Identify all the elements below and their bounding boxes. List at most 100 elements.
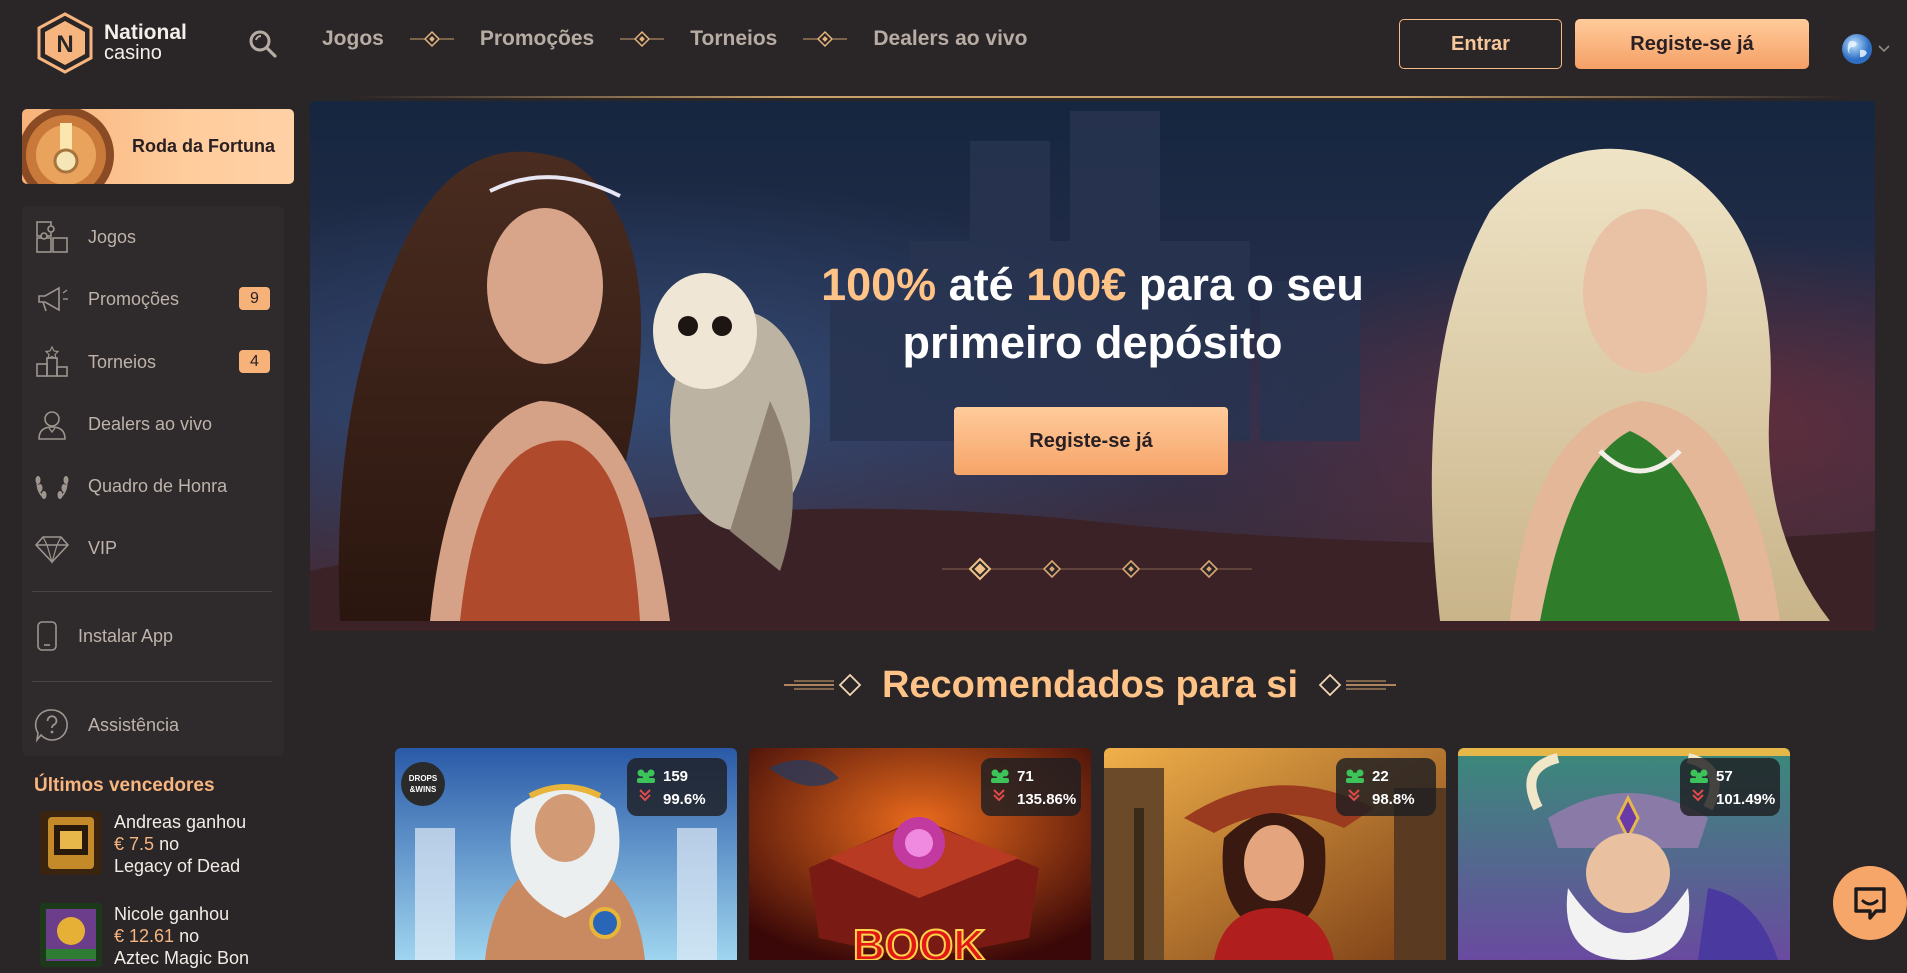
sidebar-item-torneios[interactable]: Torneios 4: [32, 339, 284, 385]
game-card[interactable]: DROPS &WINS 159 99.6%: [395, 748, 737, 960]
players-count: 71: [1017, 768, 1034, 785]
sidebar-divider: [32, 681, 272, 682]
winner-name: Andreas ganhou: [114, 812, 247, 832]
winner-entry[interactable]: Nicole ganhou € 12.61 no Aztec Magic Bon: [40, 903, 300, 973]
register-button[interactable]: Registe-se já: [1575, 19, 1809, 69]
nav-separator-icon: [409, 30, 454, 48]
sidebar-item-promocoes[interactable]: Promoções 9: [32, 276, 284, 322]
chat-bubble-icon: [1854, 887, 1886, 920]
hero-title-text-1: até: [936, 259, 1027, 310]
nav-dealers-ao-vivo[interactable]: Dealers ao vivo: [873, 27, 1027, 51]
main-nav: Jogos Promoções Torneios Dealers ao vivo: [322, 27, 1027, 51]
winner-amount: € 12.61: [114, 926, 175, 946]
hero-title: 100% até 100€ para o seu primeiro depósi…: [310, 256, 1875, 372]
recommended-title: Recomendados para si: [881, 663, 1299, 706]
dealer-icon: [32, 404, 72, 444]
logo-hexagon-icon: N: [36, 12, 94, 74]
hero-title-text-2: para o seu: [1126, 259, 1364, 310]
rtp-value: 99.6%: [663, 791, 706, 808]
slider-dot[interactable]: [1042, 559, 1062, 579]
hero-title-highlight-2: 100€: [1026, 259, 1127, 310]
hero-top-divider: [350, 96, 1850, 98]
sidebar-item-vip[interactable]: VIP: [32, 525, 284, 571]
game-stats-badge: 71 135.86%: [981, 758, 1081, 816]
logo-name-line2: casino: [104, 42, 162, 64]
language-selector[interactable]: [1841, 32, 1891, 66]
game-thumbnail: [40, 903, 102, 967]
fortune-wheel-label: Roda da Fortuna: [132, 136, 275, 156]
slider-dot[interactable]: [968, 557, 992, 581]
game-thumbnail: [40, 811, 102, 875]
hero-banner[interactable]: 100% até 100€ para o seu primeiro depósi…: [310, 101, 1875, 631]
sidebar-item-assistencia[interactable]: Assistência: [32, 702, 284, 748]
megaphone-icon: [32, 279, 72, 319]
players-count: 57: [1716, 768, 1733, 785]
hero-title-line-2: primeiro depósito: [902, 317, 1283, 368]
players-icon: [991, 769, 1009, 783]
diamond-icon: [32, 528, 72, 568]
players-icon: [637, 769, 655, 783]
players-icon: [1346, 769, 1364, 783]
ornament-left-icon: [783, 673, 862, 697]
game-stats-badge: 159 99.6%: [627, 758, 727, 816]
fortune-wheel-icon: [22, 109, 114, 184]
nav-separator-icon: [803, 30, 848, 48]
logo-name-line1: National: [104, 21, 187, 44]
puzzle-icon: [32, 217, 72, 257]
sidebar-item-label: Promoções: [88, 288, 180, 309]
sidebar-item-label: Jogos: [88, 226, 137, 247]
players-icon: [1690, 769, 1708, 783]
rtp-value: 135.86%: [1017, 791, 1077, 808]
rtp-value: 98.8%: [1372, 791, 1415, 808]
nav-separator-icon: [620, 30, 665, 48]
sidebar-item-label: Dealers ao vivo: [88, 413, 213, 434]
game-card[interactable]: BOOK 71 135.86%: [749, 748, 1091, 960]
hero-register-button[interactable]: Registe-se já: [954, 407, 1228, 475]
sidebar-item-label: Torneios: [88, 351, 157, 372]
sidebar-item-label: Instalar App: [78, 625, 174, 646]
ornament-right-icon: [1318, 673, 1397, 697]
sidebar-item-label: Assistência: [88, 714, 180, 735]
slider-dot[interactable]: [1199, 559, 1219, 579]
promotions-count-badge: 9: [239, 287, 270, 310]
fortune-wheel-banner[interactable]: Roda da Fortuna: [22, 109, 294, 184]
logo-letter: N: [56, 31, 73, 58]
rtp-down-icon: [639, 789, 651, 802]
winner-suffix: no: [159, 834, 180, 854]
winner-entry[interactable]: Andreas ganhou € 7.5 no Legacy of Dead: [40, 811, 300, 881]
players-count: 159: [663, 768, 689, 785]
winner-amount: € 7.5: [114, 834, 155, 854]
game-stats-badge: 57 101.49%: [1680, 758, 1780, 816]
brand-logo[interactable]: N National casino: [36, 12, 187, 74]
sidebar-item-instalar-app[interactable]: Instalar App: [32, 613, 284, 659]
nav-torneios[interactable]: Torneios: [690, 27, 777, 51]
game-card[interactable]: 22 98.8%: [1104, 748, 1446, 960]
sidebar-item-label: VIP: [88, 537, 118, 558]
podium-icon: [32, 342, 72, 382]
sidebar-item-dealers-ao-vivo[interactable]: Dealers ao vivo: [32, 401, 284, 447]
sidebar-item-jogos[interactable]: Jogos: [32, 214, 284, 260]
nav-jogos[interactable]: Jogos: [322, 27, 384, 51]
winner-suffix: no: [179, 926, 200, 946]
players-count: 22: [1372, 768, 1389, 785]
winner-game: Legacy of Dead: [114, 856, 241, 876]
sidebar-panel: Jogos Promoções 9 Torneios 4 Dealers ao …: [22, 206, 284, 756]
winner-name: Nicole ganhou: [114, 904, 230, 924]
sidebar-item-quadro-de-honra[interactable]: Quadro de Honra: [32, 463, 284, 509]
svg-text:BOOK: BOOK: [853, 921, 985, 960]
hero-title-highlight-1: 100%: [821, 259, 937, 310]
game-stats-badge: 22 98.8%: [1336, 758, 1436, 816]
rtp-down-icon: [1692, 789, 1704, 802]
laurel-icon: [32, 466, 72, 506]
rtp-down-icon: [1348, 789, 1360, 802]
sidebar-divider: [32, 591, 272, 592]
search-icon[interactable]: [247, 28, 279, 60]
game-card[interactable]: 57 101.49%: [1458, 748, 1790, 960]
rtp-down-icon: [993, 789, 1005, 802]
live-chat-button[interactable]: [1833, 866, 1907, 940]
login-button[interactable]: Entrar: [1399, 19, 1562, 69]
slider-dots: [942, 557, 1252, 581]
help-icon: [32, 705, 72, 745]
nav-promocoes[interactable]: Promoções: [480, 27, 594, 51]
slider-dot[interactable]: [1121, 559, 1141, 579]
